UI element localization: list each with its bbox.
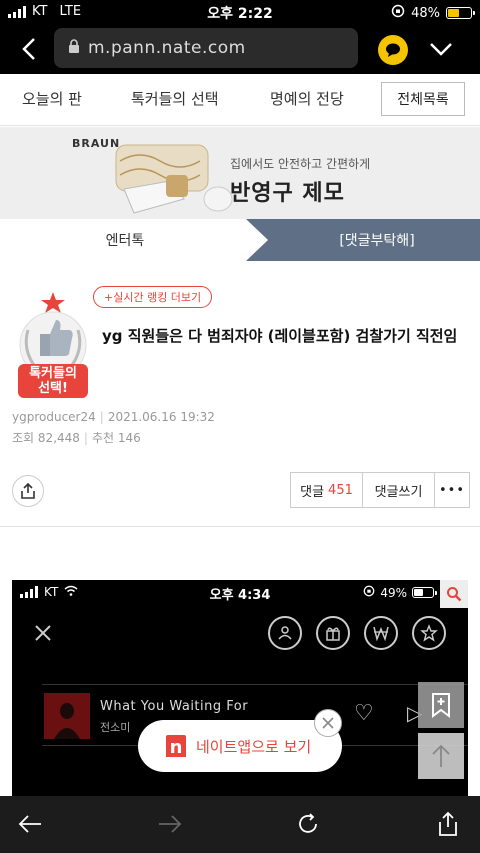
image-search-button[interactable] [440,580,468,608]
article-meta-author: ygproducer24 | 2021.06.16 19:32 [12,410,215,424]
live-ranking-button[interactable]: +실시간 랭킹 더보기 [93,286,213,308]
comments-label: 댓글 [300,484,325,500]
views-count: 82,448 [37,431,80,445]
product-image [115,144,233,214]
share-icon [439,811,457,836]
battery-percent: 48% [411,5,440,21]
reload-button[interactable] [294,810,322,838]
post-date: 2021.06.16 19:32 [107,410,215,424]
comments-count: 451 [328,482,353,498]
embed-close-icon [32,622,54,644]
chevron-left-icon [22,38,35,60]
share-user-icon [268,616,302,650]
article-title: yg 직원들은 다 범죄자야 (레이블포함) 검찰가기 직전임 [102,327,458,345]
category-arrow [246,219,268,261]
album-art [44,693,90,739]
category-enter-talk[interactable]: 엔터톡 [0,219,250,261]
main-nav: 오늘의 판 톡커들의 선택 명예의 전당 전체목록 [0,74,480,126]
badge-text: 톡커들의 선택! [29,366,77,396]
won-icon [364,616,398,650]
top-bar: KT LTE 오후 2:22 48% m.pann.nate.com [0,0,480,74]
status-bar: KT LTE 오후 2:22 48% [0,0,480,24]
nav-forward-button[interactable] [156,810,184,838]
nate-logo: n [166,735,186,757]
app-banner-close-button[interactable] [314,709,342,737]
bookmark-button[interactable] [418,682,464,728]
url-bar: m.pann.nate.com [0,26,480,72]
arrow-up-icon [432,744,450,767]
embed-icon-row [268,616,446,650]
rotation-lock-icon [391,4,405,22]
tab-hall-of-fame[interactable]: 명예의 전당 [270,88,344,109]
address-text: m.pann.nate.com [88,38,246,58]
share-icon [21,483,35,499]
search-icon [447,587,462,602]
comments-button[interactable]: 댓글 451 [291,473,363,507]
bookmark-add-icon [432,693,450,718]
article-meta-stats: 조회 82,448 | 추천 146 [12,431,141,445]
more-button[interactable]: ••• [435,473,469,507]
share-button[interactable] [12,475,44,507]
reload-icon [299,813,317,833]
recommend-label: 추천 [91,431,115,445]
embed-rotation-lock-icon [363,585,375,600]
nav-back-button[interactable] [16,810,44,838]
ad-subtitle: 집에서도 안전하고 간편하게 [230,157,371,171]
scroll-top-button[interactable] [418,733,464,779]
status-right: 48% [391,4,475,22]
section-divider [0,526,480,527]
close-icon [322,717,334,729]
embed-battery-icon [412,587,437,598]
toolbar-share-button[interactable] [434,810,462,838]
embed-battery: 49% [380,585,407,600]
ad-banner[interactable]: BRAUN 집에서도 안전하고 간편하게 반영구 제모 [0,127,480,219]
category-comment-request[interactable]: [댓글부탁해] [248,219,480,261]
recommend-count: 146 [117,431,141,445]
talk-button[interactable] [378,35,408,65]
chat-bubble-icon [386,43,400,57]
chevron-down-icon [430,43,452,56]
lock-icon [68,38,80,58]
talkers-choice-badge: 톡커들의 선택! [14,290,92,402]
tab-today[interactable]: 오늘의 판 [22,88,82,109]
song-artist: 전소미 [100,721,131,734]
comment-actions: 댓글 451 댓글쓰기 ••• [290,472,470,508]
category-strip: 엔터톡 [댓글부탁해] [0,219,480,261]
all-list-button[interactable]: 전체목록 [381,82,465,116]
song-title: What You Waiting For [100,699,249,714]
open-in-app-text: 네이트앱으로 보기 [196,737,312,756]
tab-talkers-choice[interactable]: 톡커들의 선택 [131,88,219,109]
battery-icon [446,7,475,19]
views-label: 조회 [12,431,35,445]
browser-toolbar [0,796,480,853]
ad-headline: 반영구 제모 [230,181,345,206]
author-name[interactable]: ygproducer24 [12,410,96,424]
heart-icon: ♡ [354,701,374,726]
address-field[interactable]: m.pann.nate.com [54,28,358,68]
write-comment-button[interactable]: 댓글쓰기 [363,473,435,507]
gift-icon [316,616,350,650]
embed-status-bar: KT 오후 4:34 49% [12,580,468,608]
arrow-right-icon [159,815,182,833]
collapse-button[interactable] [428,36,454,62]
back-button[interactable] [18,36,42,62]
embed-status-right: 49% [363,585,437,600]
star-icon [412,616,446,650]
arrow-left-icon [18,815,41,833]
open-in-app-banner[interactable]: n 네이트앱으로 보기 [138,720,342,772]
